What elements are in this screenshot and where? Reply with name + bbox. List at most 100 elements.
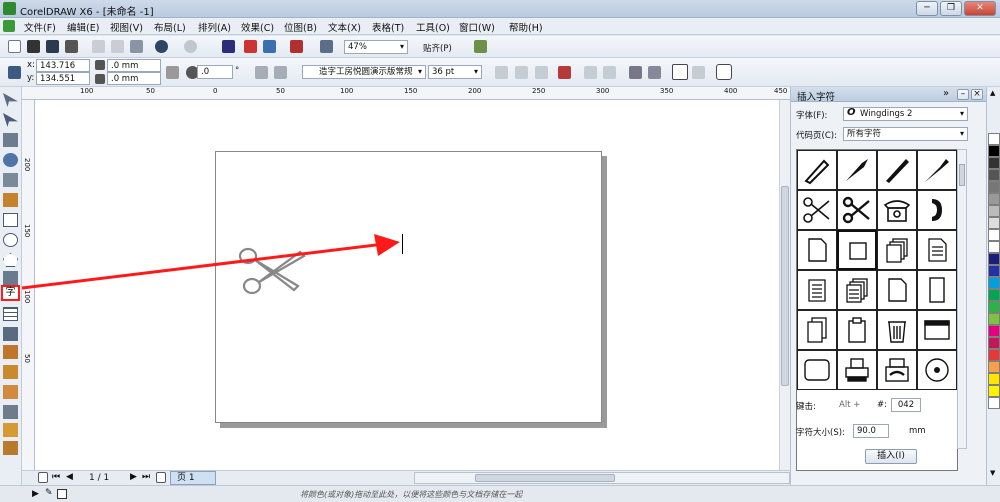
glyph-rounded-rect[interactable] [797,350,837,390]
options-icon[interactable] [474,40,487,53]
menu-table[interactable]: 表格(T) [372,20,404,34]
glyph-handset[interactable] [917,190,957,230]
add-page-before-icon[interactable] [38,472,48,483]
color-swatch[interactable] [988,385,1000,397]
docker-close-button[interactable]: × [971,89,983,100]
horizontal-ruler[interactable]: 100 50 0 50 100 150 200 250 300 350 400 … [22,87,790,100]
palette-scroll-down-icon[interactable]: ▼ [990,469,995,477]
glyph-window[interactable] [917,310,957,350]
connector-tool-icon[interactable] [3,345,18,359]
glyph-blank-page[interactable] [877,270,917,310]
smart-fill-tool-icon[interactable] [3,193,18,207]
glyph-pen[interactable] [797,150,837,190]
outline-tool-icon[interactable] [3,441,18,455]
transparency-tool-icon[interactable] [3,385,18,399]
codepage-select[interactable]: 所有字符 [843,127,968,141]
color-swatch[interactable] [988,229,1000,241]
glyph-trash-can[interactable] [877,310,917,350]
color-swatch[interactable] [988,397,1000,409]
undo-icon[interactable] [155,40,168,53]
color-swatch[interactable] [988,337,1000,349]
rectangle-tool-icon[interactable] [3,213,18,227]
prev-page-icon[interactable]: ◀ [66,472,73,482]
glyph-telephone[interactable] [877,190,917,230]
import-icon[interactable] [244,40,257,53]
italic-icon[interactable] [515,66,528,79]
open-icon[interactable] [27,40,40,53]
glyph-scissors[interactable] [837,190,877,230]
first-page-icon[interactable]: ⏮ [52,472,60,482]
glyph-scissors-outline[interactable] [797,190,837,230]
color-swatch[interactable] [988,181,1000,193]
x-position-input[interactable]: 143.716 mm [36,59,90,83]
menu-tools[interactable]: 工具(O) [416,20,450,34]
new-document-icon[interactable] [8,40,21,53]
search-content-icon[interactable] [222,40,235,53]
glyph-printer[interactable] [837,350,877,390]
fill-tool-icon[interactable] [3,423,18,437]
mirror-horizontal-icon[interactable] [255,66,268,79]
menu-text[interactable]: 文本(X) [328,20,361,34]
palette-scroll-up-icon[interactable]: ▲ [990,89,995,97]
keystroke-code-input[interactable]: 042 [891,398,921,412]
menu-help[interactable]: 帮助(H) [509,20,543,34]
edit-text-icon[interactable] [648,66,661,79]
color-swatch[interactable] [988,253,1000,265]
menu-arrange[interactable]: 排列(A) [198,20,231,34]
redo-icon[interactable] [184,40,197,53]
eyedropper-icon[interactable]: ✎ [45,488,53,498]
color-swatch[interactable] [988,241,1000,253]
color-swatch[interactable] [988,169,1000,181]
print-icon[interactable] [65,40,78,53]
color-swatch[interactable] [988,205,1000,217]
scroll-thumb[interactable] [781,186,789,386]
color-swatch[interactable] [988,145,1000,157]
application-launcher-icon[interactable] [320,40,333,53]
menu-view[interactable]: 视图(V) [110,20,143,34]
horizontal-scrollbar[interactable] [414,472,790,484]
shape-tool-icon[interactable] [3,113,18,127]
character-size-input[interactable]: 90.0 [853,424,889,438]
color-swatch[interactable] [988,265,1000,277]
eyedropper-tool-icon[interactable] [3,405,18,419]
glyph-lined-page[interactable] [797,270,837,310]
glyph-text-page[interactable] [917,230,957,270]
close-button[interactable]: ✕ [964,1,996,16]
lock-ratio-icon[interactable] [166,66,179,79]
bullet-list-icon[interactable] [584,66,597,79]
glyph-stacked-pages[interactable] [877,230,917,270]
vertical-text-icon[interactable] [692,66,705,79]
text-align-icon[interactable] [558,66,571,79]
paste-icon[interactable] [130,40,143,53]
docker-expand-icon[interactable]: » [943,88,949,99]
character-format-icon[interactable] [629,66,642,79]
minimize-button[interactable]: ─ [916,1,938,16]
glyph-fountain-pen[interactable] [877,150,917,190]
export-icon[interactable] [263,40,276,53]
glyph-nib-pen[interactable] [837,150,877,190]
crop-tool-icon[interactable] [3,133,18,147]
color-swatch[interactable] [988,301,1000,313]
bold-icon[interactable] [495,66,508,79]
menu-edit[interactable]: 编辑(E) [67,20,99,34]
numbered-list-icon[interactable] [603,66,616,79]
color-swatch[interactable] [988,277,1000,289]
glyph-page-stack[interactable] [797,310,837,350]
color-swatch[interactable] [988,289,1000,301]
freehand-tool-icon[interactable] [3,173,18,187]
character-grid-scroll-thumb[interactable] [959,164,965,186]
glyph-clipboard[interactable] [837,310,877,350]
cut-icon[interactable] [92,40,105,53]
next-page-icon[interactable]: ▶ [130,472,137,482]
zoom-level-select[interactable]: 47% [344,40,408,54]
blend-tool-icon[interactable] [3,365,18,379]
text-tool-icon[interactable]: 字 [1,285,20,301]
font-list-select[interactable]: 造字工房悦圆演示版常规 [302,65,426,79]
menu-bitmaps[interactable]: 位图(B) [284,20,317,34]
pick-tool-icon[interactable] [3,93,18,107]
color-swatch[interactable] [988,373,1000,385]
color-swatch[interactable] [988,361,1000,373]
glyph-disc[interactable] [917,350,957,390]
color-swatch[interactable] [988,193,1000,205]
character-grid[interactable] [796,149,958,471]
